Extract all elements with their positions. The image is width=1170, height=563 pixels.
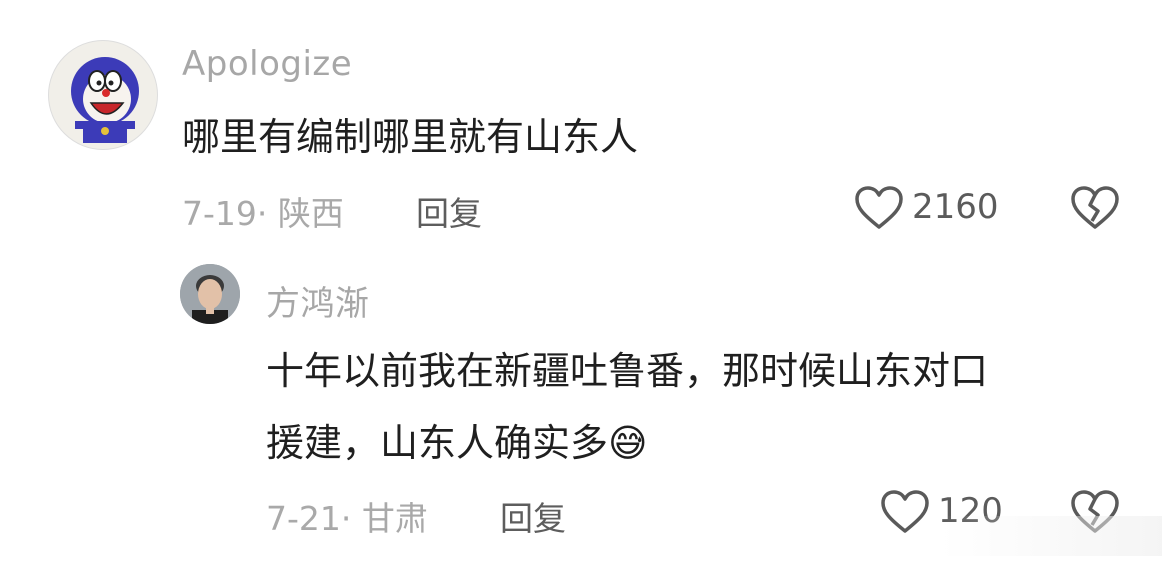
heart-outline-icon [855, 186, 903, 229]
doraemon-drawing [71, 57, 139, 143]
meta-separator: · [256, 194, 268, 233]
reply-button[interactable]: 回复 [416, 187, 482, 235]
reply-text-line2: 援建，山东人确实多😅 [266, 406, 648, 480]
comment-location: 陕西 [277, 194, 344, 233]
like-button[interactable] [854, 185, 904, 231]
reply-username[interactable]: 方鸿渐 [266, 276, 370, 325]
comment-date: 7-19 [182, 194, 257, 233]
comment-username[interactable]: Apologize [182, 44, 352, 84]
watermark-overlay [940, 516, 1162, 556]
heart-outline-icon [881, 490, 929, 533]
reply-like-button[interactable] [880, 489, 930, 535]
broken-heart-outline-icon [1071, 186, 1119, 229]
reply-text-line2-content: 援建，山东人确实多 [266, 421, 609, 465]
comment-meta: 7-19· 陕西 [182, 187, 344, 235]
reply-meta: 7-21· 甘肃 [266, 492, 428, 540]
reply-reply-button[interactable]: 回复 [500, 492, 566, 540]
meta-separator: · [340, 499, 352, 538]
avatar-apologize[interactable] [48, 40, 158, 150]
avatar-fang-hongjian[interactable] [180, 264, 240, 324]
comment-text: 哪里有编制哪里就有山东人 [182, 115, 639, 159]
reply-location: 甘肃 [361, 499, 428, 538]
sweat-smile-emoji: 😅 [608, 421, 648, 465]
person-photo [180, 264, 240, 324]
dislike-button[interactable] [1070, 185, 1120, 231]
reply-date: 7-21 [266, 499, 341, 538]
like-count: 2160 [912, 187, 999, 227]
reply-text-line1: 十年以前我在新疆吐鲁番，那时候山东对口 [266, 349, 989, 393]
